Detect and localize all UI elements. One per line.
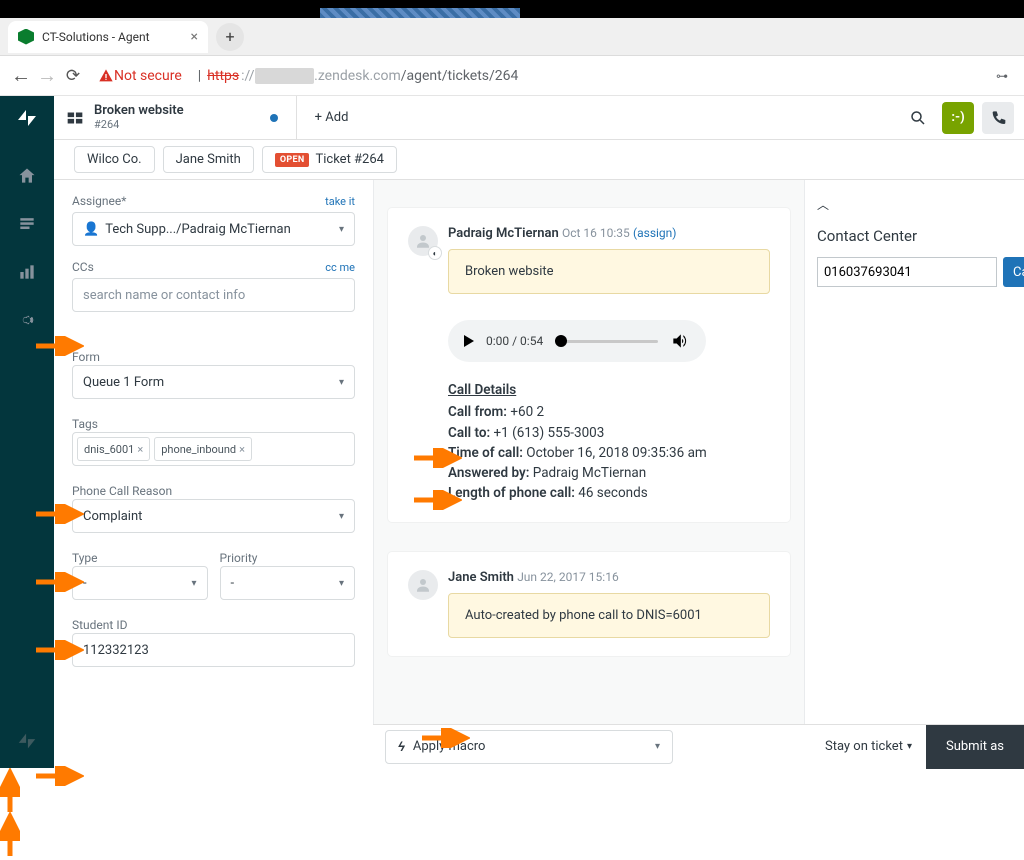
ticket-footer: ϟ Apply macro ▾ Stay on ticket▾ Submit a… (373, 724, 1024, 768)
zendesk-favicon (18, 29, 34, 45)
cc-me-link[interactable]: cc me (325, 261, 355, 274)
tag-item: phone_inbound× (154, 437, 252, 461)
submit-button[interactable]: Submit as (926, 725, 1024, 769)
author-name: Jane Smith (448, 570, 514, 585)
remove-tag-icon[interactable]: × (137, 443, 143, 456)
add-tab-button[interactable]: + Add (315, 110, 349, 125)
search-icon[interactable] (902, 102, 934, 134)
tab-number: #264 (94, 118, 184, 131)
assign-link[interactable]: (assign) (633, 226, 676, 240)
priority-label: Priority (220, 551, 258, 565)
chevron-down-icon: ▾ (339, 377, 344, 388)
priority-select[interactable]: -▾ (220, 566, 356, 600)
student-id-label: Student ID (72, 618, 127, 632)
bolt-icon: ϟ (398, 739, 405, 755)
ticket-tab-icon (64, 107, 86, 129)
collapse-icon[interactable]: ︿ (817, 196, 1012, 213)
address-bar[interactable]: Not secure | https :// xxxxxxxx .zendesk… (86, 68, 996, 84)
internal-note: Broken website (448, 249, 770, 294)
ticket-sidebar: Assignee* take it 👤 Tech Supp.../Padraig… (54, 180, 374, 768)
url-domain: .zendesk.com (314, 68, 401, 84)
reload-button[interactable]: ⟳ (60, 66, 86, 86)
take-it-link[interactable]: take it (325, 195, 355, 208)
crumb-user[interactable]: Jane Smith (163, 146, 254, 173)
crumb-ticket[interactable]: OPEN Ticket #264 (262, 146, 397, 173)
stay-on-ticket-button[interactable]: Stay on ticket▾ (811, 739, 926, 754)
volume-icon[interactable] (670, 331, 690, 351)
url-path: /agent/tickets/264 (401, 68, 519, 84)
url-protocol: https (207, 68, 239, 84)
person-icon: 👤 (83, 222, 99, 237)
chevron-down-icon: ▾ (655, 741, 660, 752)
tags-field[interactable]: dnis_6001× phone_inbound× (72, 432, 355, 466)
chevron-down-icon: ▾ (191, 578, 196, 589)
avatar (408, 570, 438, 600)
not-secure-label: Not secure (114, 68, 182, 84)
form-select[interactable]: Queue 1 Form ▾ (72, 365, 355, 399)
conversation-panel: ◐ Padraig McTiernan Oct 16 10:35 (assign… (374, 180, 804, 768)
assignee-label: Assignee* (72, 194, 126, 208)
crumb-company[interactable]: Wilco Co. (74, 146, 155, 173)
type-label: Type (72, 551, 98, 565)
assignee-select[interactable]: 👤 Tech Supp.../Padraig McTiernan ▾ (72, 212, 355, 246)
author-name: Padraig McTiernan (448, 226, 559, 241)
chevron-down-icon: ▾ (339, 224, 344, 235)
breadcrumbs: Wilco Co. Jane Smith OPEN Ticket #264 (54, 140, 1024, 180)
close-tab-icon[interactable]: × (191, 29, 198, 45)
workspace-tabs: Broken website #264 + Add :-) (54, 96, 1024, 140)
student-id-input[interactable] (72, 633, 355, 667)
tag-item: dnis_6001× (77, 437, 150, 461)
unsaved-dot-icon (270, 114, 278, 122)
apps-panel: ︿ Contact Center Call (804, 180, 1024, 768)
call-button[interactable]: Call (1003, 257, 1024, 287)
forward-button[interactable]: → (34, 63, 60, 88)
avatar: ◐ (408, 226, 438, 256)
ccs-input[interactable] (72, 278, 355, 312)
warning-icon (98, 68, 114, 84)
message-time: Jun 22, 2017 15:16 (517, 570, 619, 584)
play-icon[interactable] (464, 335, 474, 347)
status-badge: OPEN (275, 153, 310, 167)
reason-select[interactable]: Complaint ▾ (72, 499, 355, 533)
phone-number-input[interactable] (817, 257, 997, 287)
type-select[interactable]: -▾ (72, 566, 208, 600)
apply-macro-select[interactable]: ϟ Apply macro ▾ (385, 730, 673, 764)
tab-title: Broken website (94, 104, 184, 118)
back-button[interactable]: ← (8, 63, 34, 88)
chevron-down-icon: ▾ (339, 578, 344, 589)
phone-icon[interactable] (982, 102, 1014, 134)
zendesk-logo-icon (15, 106, 39, 130)
call-details: Call Details Call from: +60 2 Call to: +… (448, 380, 770, 504)
contact-center-title: Contact Center (817, 227, 1012, 245)
audio-track[interactable] (555, 340, 658, 343)
message-time: Oct 16 10:35 (562, 226, 630, 240)
annotation-arrow (0, 768, 20, 812)
internal-note: Auto-created by phone call to DNIS=6001 (448, 593, 770, 638)
nav-reporting[interactable] (9, 254, 45, 290)
audio-player[interactable]: 0:00 / 0:54 (448, 320, 706, 362)
satisfaction-icon[interactable]: :-) (942, 102, 974, 134)
tab-title: CT-Solutions - Agent (42, 30, 191, 44)
annotation-arrow (0, 812, 20, 856)
leftnav (0, 96, 54, 768)
annotation-arrow (36, 766, 84, 786)
browser-tab[interactable]: CT-Solutions - Agent × (8, 21, 208, 53)
nav-views[interactable] (9, 206, 45, 242)
key-icon: ⊶ (996, 69, 1008, 83)
reason-label: Phone Call Reason (72, 484, 172, 498)
nav-admin[interactable] (9, 302, 45, 338)
audio-time: 0:00 / 0:54 (486, 334, 543, 348)
chevron-down-icon: ▾ (339, 511, 344, 522)
remove-tag-icon[interactable]: × (239, 443, 245, 456)
agent-badge-icon: ◐ (428, 246, 442, 260)
ccs-label: CCs (72, 260, 94, 274)
tags-label: Tags (72, 417, 98, 431)
form-label: Form (72, 350, 100, 364)
nav-home[interactable] (9, 158, 45, 194)
new-tab-button[interactable]: + (216, 23, 244, 51)
zendesk-footer-icon (16, 730, 38, 756)
